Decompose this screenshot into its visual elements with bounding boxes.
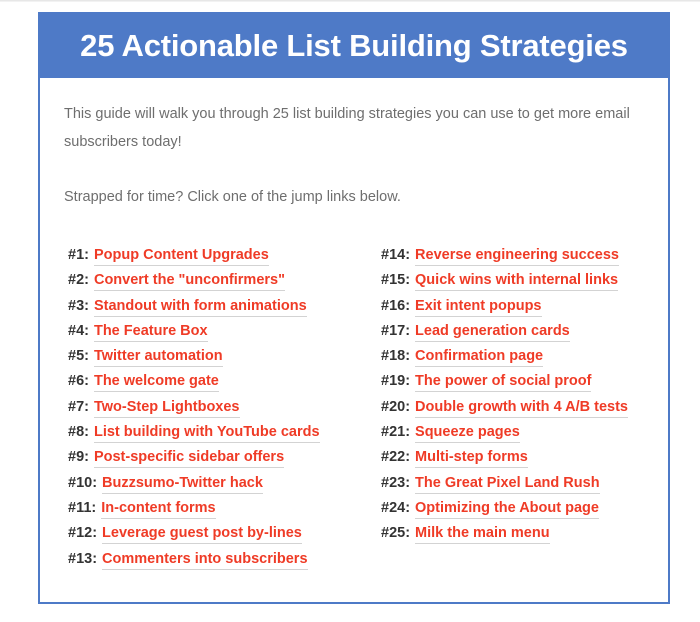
jump-link-number: #2: [68, 272, 89, 289]
jump-link[interactable]: Standout with form animations [93, 298, 307, 317]
jump-link-row: #19: The power of social proof [381, 373, 687, 398]
jump-link-number: #1: [68, 247, 89, 263]
jump-link-row: #6: The welcome gate [68, 373, 374, 398]
jump-link-row: #7: Two-Step Lightboxes [68, 399, 374, 424]
page-top-divider [0, 0, 700, 2]
jump-links-right-column: #14: Reverse engineering success #15: Quick… [381, 247, 687, 576]
jump-link-row: #12: Leverage guest post by-lines [68, 525, 374, 550]
jump-link-number: #9: [68, 449, 89, 466]
jump-link-number: #21: [381, 424, 411, 441]
jump-link-number: #14: [381, 247, 411, 263]
jump-link-number: #25: [381, 525, 411, 542]
jump-link-row: #11: In-content forms [68, 500, 374, 525]
jump-link[interactable]: Two-Step Lightboxes [93, 399, 240, 418]
jump-link[interactable]: Leverage guest post by-lines [102, 525, 302, 545]
jump-link-number: #16: [381, 297, 411, 314]
jump-link[interactable]: Buzzsumo-Twitter hack [102, 475, 263, 494]
jump-link[interactable]: In-content forms [101, 500, 216, 519]
intro-paragraph-2: Strapped for time? Click one of the jump… [64, 189, 401, 205]
jump-link-row: #14: Reverse engineering success [381, 247, 687, 272]
jump-link-number: #7: [68, 398, 89, 415]
jump-links-left-column: #1: Popup Content Upgrades #2: Convert the … [68, 247, 374, 576]
jump-link-row: #18: Confirmation page [381, 348, 687, 373]
jump-link[interactable]: Commenters into subscribers [102, 551, 308, 570]
jump-link-row: #2: Convert the "unconfirmers" [68, 272, 374, 297]
jump-link-row: #20: Double growth with 4 A/B tests [381, 399, 687, 424]
jump-link-row: #3: Standout with form animations [68, 298, 374, 323]
jump-link[interactable]: Post-specific sidebar offers [93, 449, 285, 469]
jump-link-row: #16: Exit intent popups [381, 298, 687, 323]
jump-link[interactable]: Twitter automation [93, 348, 223, 368]
intro-block: This guide will walk you through 25 list… [62, 100, 646, 211]
jump-link-number: #18: [381, 348, 411, 365]
jump-link[interactable]: Squeeze pages [415, 424, 520, 444]
jump-link[interactable]: Popup Content Upgrades [93, 247, 269, 266]
jump-link-row: #21: Squeeze pages [381, 424, 687, 449]
jump-link-row: #25: Milk the main menu [381, 525, 687, 550]
jump-link-number: #23: [381, 474, 411, 491]
intro-paragraph-1: This guide will walk you through 25 list… [64, 106, 630, 150]
jump-link-number: #5: [68, 348, 89, 365]
jump-link[interactable]: Convert the "unconfirmers" [93, 272, 285, 292]
jump-link-number: #17: [381, 322, 411, 339]
jump-link-row: #13: Commenters into subscribers [68, 551, 374, 576]
page-title: 25 Actionable List Building Strategies [80, 27, 628, 63]
jump-link[interactable]: Reverse engineering success [415, 247, 619, 266]
jump-links-section: #1: Popup Content Upgrades #2: Convert the … [62, 247, 646, 576]
jump-link[interactable]: The welcome gate [93, 373, 219, 393]
jump-link-number: #10: [68, 474, 98, 491]
jump-link[interactable]: Confirmation page [415, 348, 544, 368]
jump-link[interactable]: The Great Pixel Land Rush [415, 475, 600, 494]
jump-link-number: #22: [381, 449, 411, 466]
jump-link-row: #10: Buzzsumo-Twitter hack [68, 475, 374, 500]
jump-link-number: #6: [68, 373, 89, 390]
jump-link[interactable]: Multi-step forms [415, 449, 528, 469]
jump-link-number: #4: [68, 322, 89, 339]
jump-link-row: #1: Popup Content Upgrades [68, 247, 374, 272]
jump-link-row: #24: Optimizing the About page [381, 500, 687, 525]
card-header: 25 Actionable List Building Strategies [38, 12, 670, 78]
jump-link-number: #20: [381, 398, 411, 415]
jump-link-row: #8: List building with YouTube cards [68, 424, 374, 449]
jump-link-row: #4: The Feature Box [68, 323, 374, 348]
jump-link-number: #15: [381, 272, 411, 289]
jump-link-number: #11: [68, 499, 97, 516]
jump-link-number: #24: [381, 499, 411, 516]
jump-link-number: #19: [381, 373, 411, 390]
jump-link[interactable]: Lead generation cards [415, 323, 570, 342]
jump-link[interactable]: Exit intent popups [415, 298, 542, 317]
jump-link-number: #13: [68, 550, 98, 567]
card-body: This guide will walk you through 25 list… [38, 78, 670, 604]
jump-link-number: #8: [68, 424, 89, 441]
jump-link[interactable]: List building with YouTube cards [93, 424, 320, 444]
jump-link-row: #23: The Great Pixel Land Rush [381, 475, 687, 500]
jump-link-number: #12: [68, 525, 98, 542]
jump-link-row: #9: Post-specific sidebar offers [68, 449, 374, 474]
jump-link[interactable]: Double growth with 4 A/B tests [415, 399, 628, 418]
jump-link-row: #15: Quick wins with internal links [381, 272, 687, 297]
jump-link-row: #17: Lead generation cards [381, 323, 687, 348]
jump-link[interactable]: Quick wins with internal links [415, 272, 619, 292]
jump-link[interactable]: Milk the main menu [415, 525, 550, 545]
jump-link[interactable]: Optimizing the About page [415, 500, 599, 519]
jump-link[interactable]: The power of social proof [415, 373, 592, 393]
jump-link-row: #5: Twitter automation [68, 348, 374, 373]
jump-link-row: #22: Multi-step forms [381, 449, 687, 474]
guide-card: 25 Actionable List Building Strategies T… [38, 12, 670, 604]
jump-link[interactable]: The Feature Box [93, 323, 208, 342]
jump-link-number: #3: [68, 297, 89, 314]
